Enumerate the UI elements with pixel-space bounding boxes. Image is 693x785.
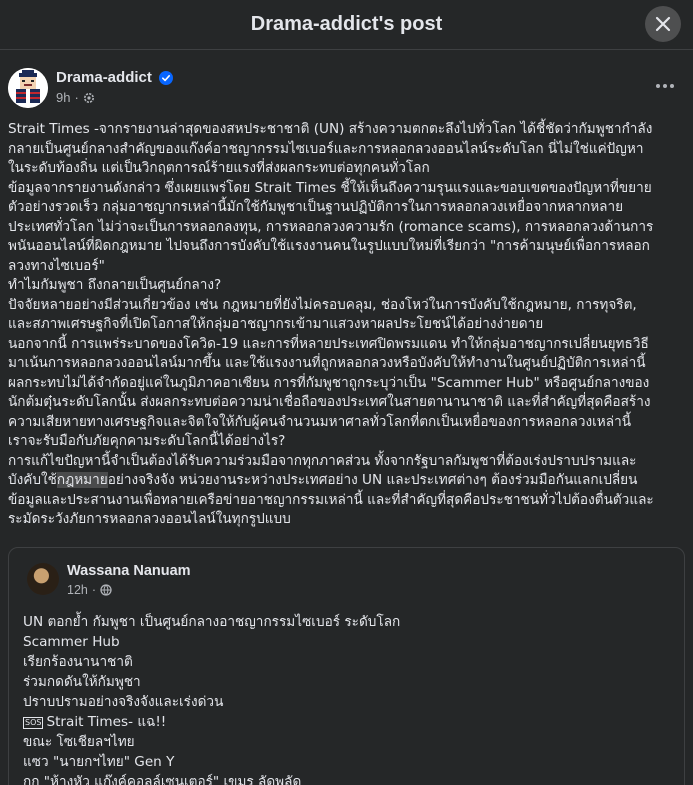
more-options-icon xyxy=(656,84,674,88)
post-line: บังคับใช้กฎหมายอย่างจริงจัง หน่วยงานระหว… xyxy=(8,471,688,491)
post-line-segment: บังคับใช้ xyxy=(8,472,57,488)
post-line: ลวงทางไซเบอร์" xyxy=(8,257,105,274)
shared-line: แซว "นายกฯไทย" Gen Y xyxy=(23,754,175,770)
shared-line-segment: Strait Times- แฉ!! xyxy=(46,714,167,730)
post-header: Drama-addict 9h · xyxy=(8,68,685,110)
shared-author-name[interactable]: Wassana Nanuam xyxy=(67,563,191,579)
author-avatar[interactable] xyxy=(8,68,48,108)
shared-line: ร่วมกดดันให้กัมพูชา xyxy=(23,674,141,690)
post-line: ปัจจัยหลายอย่างมีส่วนเกี่ยวข้อง เช่น กฎห… xyxy=(8,296,637,313)
dialog-header: Drama-addict's post xyxy=(0,0,693,50)
shared-author-avatar[interactable] xyxy=(27,563,59,595)
more-options-button[interactable] xyxy=(651,72,679,100)
post-line: ข้อมูลจากรายงานดังกล่าว ซึ่งเผยแพร่โดย S… xyxy=(8,179,652,196)
globe-icon xyxy=(100,584,112,596)
shared-post-card[interactable]: Wassana Nanuam 12h · UN ตอกย้ำ กัมพูชา เ… xyxy=(8,547,685,785)
shared-line: เรียกร้องนานาชาติ xyxy=(23,654,133,670)
post-line: ผลกระทบไม่ได้จำกัดอยู่แค่ในภูมิภาคอาเซีย… xyxy=(8,374,650,391)
post-line: พนันออนไลน์ที่ผิดกฎหมาย ไปจนถึงการบังคับ… xyxy=(8,238,650,254)
post-line: ความเสียหายทางเศรษฐกิจและจิตใจให้กับผู้ค… xyxy=(8,413,632,430)
shared-post-text: UN ตอกย้ำ กัมพูชา เป็นศูนย์กลางอาชญากรรม… xyxy=(23,612,673,785)
post-line: เราจะรับมือกับภัยคุกคามระดับโลกนี้ได้อย่… xyxy=(8,433,286,449)
audience-settings-icon[interactable] xyxy=(83,92,95,104)
post-line: และสภาพเศรษฐกิจที่เปิดโอกาสให้กลุ่มอาชญา… xyxy=(8,316,544,332)
post-dialog: Drama-addict's post Drama-addict 9h · St… xyxy=(0,0,693,785)
post-meta: 9h · xyxy=(56,90,95,105)
post-line: ระมัดระวังภัยการหลอกลวงออนไลน์ในทุกรูปแบ… xyxy=(8,511,291,527)
verified-badge-icon xyxy=(159,71,173,85)
shared-line: ปราบปรามอย่างจริงจังและเร่งด่วน xyxy=(23,694,224,710)
post-line: Strait Times -จากรายงานล่าสุดของสหประชาช… xyxy=(8,121,653,137)
shared-line: กก "ห้างหัว แก๊งค์คอลล์เซนเตอร์" เขมร ลั… xyxy=(23,774,302,785)
post-line: กลายเป็นศูนย์กลางสำคัญของแก๊งค์อาชญากรรม… xyxy=(8,140,644,157)
post-line: นักต้มตุ๋นระดับโลกนั้น ส่งผลกระทบต่อความ… xyxy=(8,394,651,410)
post-line: ประเทศทั่วโลก ไม่ว่าจะเป็นการหลอกลงทุน, … xyxy=(8,218,654,235)
post-line: ข้อมูลและประสานงานเพื่อทลายเครือข่ายอาชญ… xyxy=(8,491,654,508)
shared-line: ขณะ โซเชียลฯไทย xyxy=(23,734,135,750)
post-line-segment: อย่างจริงจัง หน่วยงานระหว่างประเทศอย่าง … xyxy=(107,472,638,488)
post-line: นอกจากนี้ การแพร่ระบาดของโควิด-19 และการ… xyxy=(8,335,649,352)
post-line: ตัวอย่างรวดเร็ว กลุ่มอาชญากรเหล่านี้มักใ… xyxy=(8,199,624,215)
post-line: ในระดับท้องถิ่น แต่เป็นวิกฤตการณ์ร้ายแรง… xyxy=(8,160,430,176)
post-line: การแก้ไขปัญหานี้จำเป็นต้องได้รับความร่วม… xyxy=(8,452,637,469)
shared-post-time[interactable]: 12h xyxy=(67,583,88,597)
post-text: Strait Times -จากรายงานล่าสุดของสหประชาช… xyxy=(8,120,688,530)
selected-text-highlight[interactable]: กฎหมาย xyxy=(56,472,108,488)
shared-post-meta: 12h · xyxy=(67,583,112,597)
post-time[interactable]: 9h xyxy=(56,90,70,105)
dialog-title: Drama-addict's post xyxy=(250,13,443,35)
shared-line: Scammer Hub xyxy=(23,634,120,650)
sos-emoji-icon: SOS xyxy=(23,717,44,729)
close-icon xyxy=(655,16,671,32)
post-line: มาเน้นการหลอกลวงออนไลน์มากขึ้น และใช้แรง… xyxy=(8,355,646,371)
shared-line: SOS Strait Times- แฉ!! xyxy=(23,712,673,732)
shared-line: UN ตอกย้ำ กัมพูชา เป็นศูนย์กลางอาชญากรรม… xyxy=(23,614,401,630)
author-name[interactable]: Drama-addict xyxy=(56,69,152,86)
post-line: ทำไมกัมพูชา ถึงกลายเป็นศูนย์กลาง? xyxy=(8,277,222,293)
close-button[interactable] xyxy=(645,6,681,42)
